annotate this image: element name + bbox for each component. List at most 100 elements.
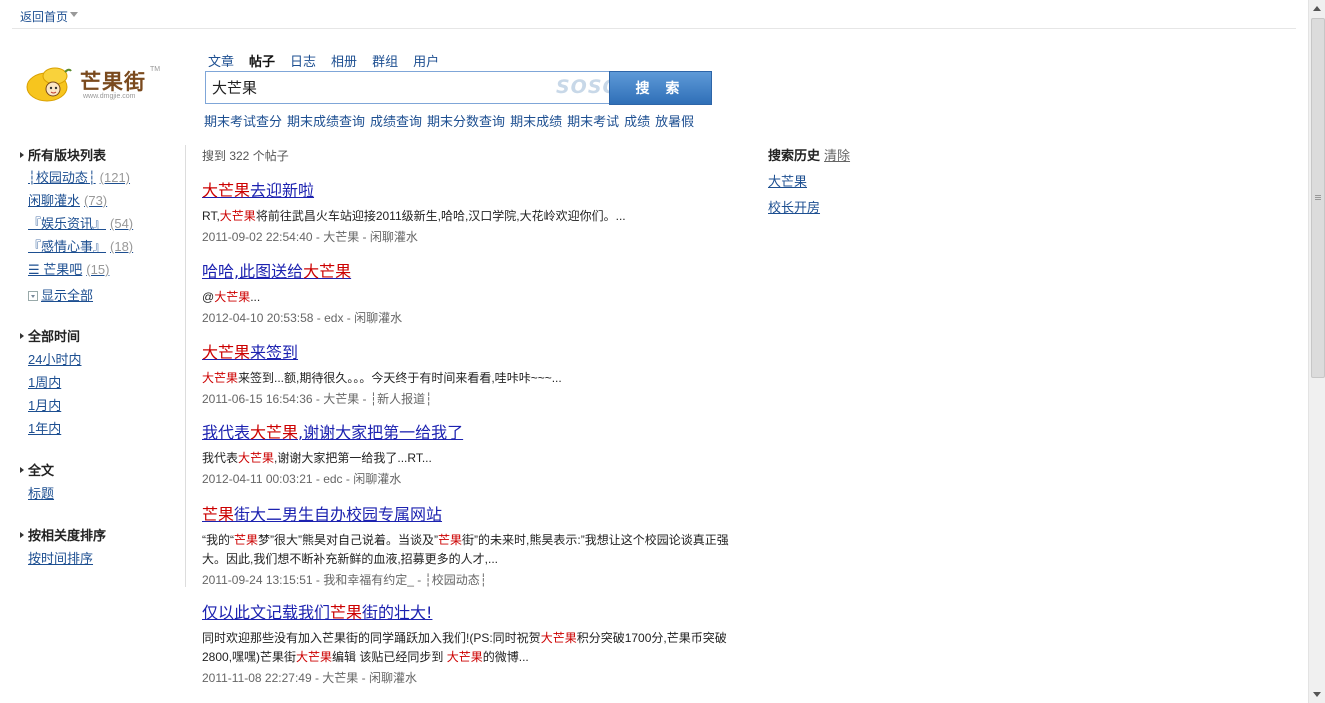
vertical-scrollbar[interactable] <box>1308 0 1325 703</box>
result-snippet: “我的“芒果梦”很大”熊昊对自己说着。当谈及”芒果街”的未来时,熊昊表示:”我想… <box>202 531 747 569</box>
board-filter-item[interactable]: 『感情心事』 (18) <box>28 236 133 255</box>
search-history: 搜索历史 清除 大芒果校长开房 <box>768 145 850 216</box>
suggestion-link[interactable]: 期末考试查分 <box>204 114 282 129</box>
snippet-text: 将前往武昌火车站迎接2011级新生,哈哈,汉口学院,大花岭欢迎你们。... <box>255 209 626 223</box>
keyword-highlight: 大芒果 <box>238 451 275 465</box>
keyword-highlight: 芒果 <box>438 533 463 547</box>
scrollbar-thumb[interactable] <box>1311 18 1325 378</box>
snippet-text: 梦”很大”熊昊对自己说着。当谈及” <box>258 533 439 547</box>
board-count: (73) <box>84 193 108 208</box>
time-filter-item[interactable]: 1年内 <box>28 418 61 437</box>
board-count: (18) <box>110 239 134 254</box>
snippet-text: 我代表 <box>202 451 239 465</box>
search-input[interactable] <box>212 77 542 97</box>
search-tab[interactable]: 文章 <box>208 51 234 70</box>
board-count: (121) <box>99 170 131 185</box>
grip-icon <box>1315 195 1321 196</box>
keyword-highlight: 芒果 <box>234 533 259 547</box>
suggestion-link[interactable]: 放暑假 <box>655 114 694 129</box>
site-logo[interactable]: 芒果街 TM www.dmgjie.com <box>25 62 165 106</box>
time-filter-item[interactable]: 1月内 <box>28 395 61 414</box>
top-bar: 返回首页 <box>0 0 1308 29</box>
time-filter-title[interactable]: 全部时间 <box>20 326 80 345</box>
snippet-text: 同时欢迎那些没有加入芒果街的同学踊跃加入我们!(PS:同时祝贺 <box>202 631 541 645</box>
result-item: 大芒果来签到大芒果来签到...额,期待很久。。。今天终于有时间来看看,哇咔咔~~… <box>202 339 747 407</box>
board-filter-item[interactable]: ┆校园动态┆ (121) <box>28 167 130 186</box>
suggestion-link[interactable]: 成绩查询 <box>370 114 422 129</box>
result-item: 仅以此文记载我们芒果街的壮大! 同时欢迎那些没有加入芒果街的同学踊跃加入我们!(P… <box>202 599 747 686</box>
search-tab[interactable]: 帖子 <box>249 51 275 70</box>
boards-filter-title[interactable]: 所有版块列表 <box>20 145 106 164</box>
keyword-highlight: 大芒果 <box>202 181 251 200</box>
search-tab[interactable]: 日志 <box>290 51 316 70</box>
keyword-highlight: 大芒果 <box>296 650 333 664</box>
board-count: (15) <box>86 262 110 277</box>
history-title: 搜索历史 清除 <box>768 148 851 163</box>
search-tab[interactable]: 用户 <box>413 51 439 70</box>
scope-filter-title[interactable]: 全文 <box>20 460 54 479</box>
top-divider <box>12 28 1296 29</box>
history-item-link[interactable]: 校长开房 <box>768 197 850 216</box>
keyword-highlight: 大芒果 <box>214 290 251 304</box>
suggestion-link[interactable]: 期末成绩 <box>510 114 562 129</box>
board-count: (54) <box>110 216 134 231</box>
search-tab[interactable]: 相册 <box>331 51 357 70</box>
result-meta: 2012-04-11 00:03:21 - edc - 闲聊灌水 <box>202 472 402 486</box>
snippet-text: ... <box>250 290 261 304</box>
mango-mascot-icon <box>26 67 72 102</box>
result-meta: 2011-06-15 16:54:36 - 大芒果 - ┆新人报道┆ <box>202 392 433 406</box>
history-item-link[interactable]: 大芒果 <box>768 171 850 190</box>
back-home-link[interactable]: 返回首页 <box>20 8 68 25</box>
scroll-down-arrow-icon[interactable] <box>1313 692 1321 697</box>
snippet-text: “我的“ <box>202 533 234 547</box>
snippet-text: RT, <box>202 209 220 223</box>
search-type-tabs: 文章 帖子 日志 相册 群组 用户 <box>208 51 454 69</box>
suggestion-link[interactable]: 期末考试 <box>567 114 619 129</box>
scope-filter-item[interactable]: 标题 <box>28 483 54 502</box>
related-searches: 期末考试查分 期末成绩查询 成绩查询 期末分数查询 期末成绩 期末考试 成绩 放暑假 <box>204 111 699 130</box>
suggestion-link[interactable]: 期末成绩查询 <box>287 114 365 129</box>
column-divider <box>185 145 186 587</box>
show-all-link[interactable]: 显示全部 <box>28 285 93 304</box>
result-meta: 2011-11-08 22:27:49 - 大芒果 - 闲聊灌水 <box>202 671 417 685</box>
search-tab[interactable]: 群组 <box>372 51 398 70</box>
result-title-link[interactable]: 哈哈,此图送给大芒果 <box>202 262 351 281</box>
keyword-highlight: 大芒果 <box>540 631 577 645</box>
time-filter-item[interactable]: 1周内 <box>28 372 61 391</box>
caret-right-icon <box>20 531 24 538</box>
title-text: 街的壮大! <box>362 603 433 622</box>
time-filter-item[interactable]: 24小时内 <box>28 349 81 368</box>
logo-url: www.dmgjie.com <box>83 93 136 100</box>
chevron-down-icon[interactable] <box>70 12 78 17</box>
board-filter-item[interactable]: ☰ 芒果吧 (15) <box>28 259 109 278</box>
title-text: 街大二男生自办校园专属网站 <box>234 505 443 524</box>
scroll-up-arrow-icon[interactable] <box>1313 6 1321 11</box>
result-title-link[interactable]: 大芒果去迎新啦 <box>202 181 314 200</box>
logo-brand-text: 芒果街 <box>80 70 146 94</box>
result-snippet: 大芒果来签到...额,期待很久。。。今天终于有时间来看看,哇咔咔~~~... <box>202 369 747 388</box>
snippet-text: 的微博... <box>482 650 529 664</box>
keyword-highlight: 大芒果 <box>250 423 299 442</box>
search-box[interactable]: SOSO <box>205 71 619 104</box>
result-item: 哈哈,此图送给大芒果 @大芒果... 2012-04-10 20:53:58 - e… <box>202 258 747 326</box>
sort-filter-item[interactable]: 按时间排序 <box>28 548 93 567</box>
board-filter-item[interactable]: 闲聊灌水 (73) <box>28 190 107 209</box>
search-button[interactable]: 搜 索 <box>609 71 712 105</box>
snippet-text: 来签到...额,期待很久。。。今天终于有时间来看看,哇咔咔~~~... <box>238 371 562 385</box>
title-text: 仅以此文记载我们 <box>202 603 331 622</box>
result-snippet: 同时欢迎那些没有加入芒果街的同学踊跃加入我们!(PS:同时祝贺大芒果积分突破17… <box>202 629 747 667</box>
suggestion-link[interactable]: 成绩 <box>624 114 650 129</box>
board-label: 闲聊灌水 <box>28 193 81 208</box>
result-title-link[interactable]: 芒果街大二男生自办校园专属网站 <box>202 505 442 524</box>
clear-history-link[interactable]: 清除 <box>824 148 850 163</box>
result-item: 芒果街大二男生自办校园专属网站 “我的“芒果梦”很大”熊昊对自己说着。当谈及”芒果… <box>202 501 747 588</box>
result-title-link[interactable]: 我代表大芒果,谢谢大家把第一给我了 <box>202 423 463 442</box>
sort-filter-title[interactable]: 按相关度排序 <box>20 525 106 544</box>
board-filter-item[interactable]: 『娱乐资讯』 (54) <box>28 213 133 232</box>
result-meta: 2011-09-02 22:54:40 - 大芒果 - 闲聊灌水 <box>202 230 418 244</box>
suggestion-link[interactable]: 期末分数查询 <box>427 114 505 129</box>
result-title-link[interactable]: 仅以此文记载我们芒果街的壮大! <box>202 603 432 622</box>
logo-tm: TM <box>150 66 161 73</box>
title-text: ,谢谢大家把第一给我了 <box>298 423 464 442</box>
result-title-link[interactable]: 大芒果来签到 <box>202 343 298 362</box>
